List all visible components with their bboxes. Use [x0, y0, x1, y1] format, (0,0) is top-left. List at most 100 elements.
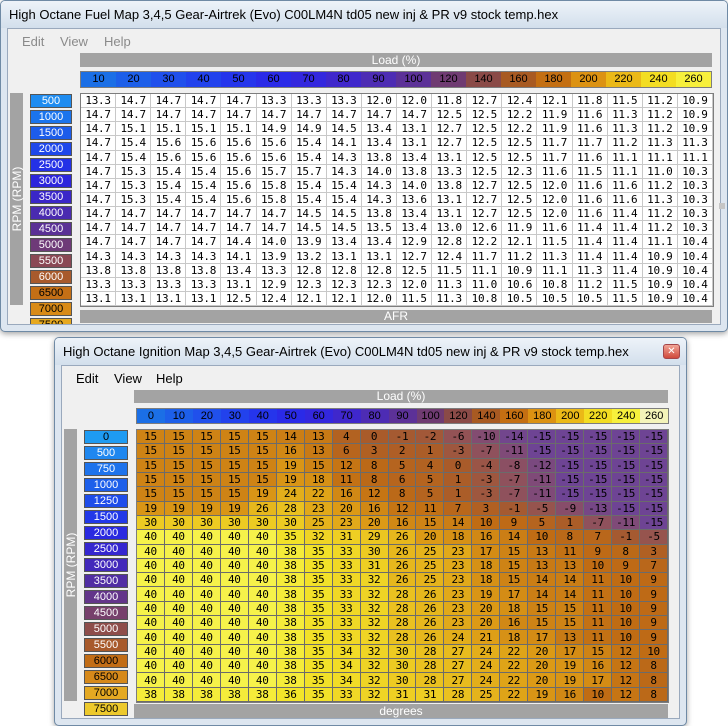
- fuel-cell[interactable]: 14.5: [326, 221, 362, 236]
- ignition-cell[interactable]: 34: [332, 659, 361, 674]
- ignition-cell[interactable]: 26: [416, 587, 445, 602]
- fuel-cell[interactable]: 15.8: [256, 192, 292, 208]
- ignition-cell[interactable]: 32: [360, 630, 389, 645]
- ignition-cell[interactable]: 15: [556, 616, 585, 631]
- ignition-cell[interactable]: 40: [248, 587, 277, 602]
- fuel-cell[interactable]: 15.7: [291, 164, 327, 179]
- fuel-cell[interactable]: 10.5: [537, 291, 573, 306]
- fuel-cell[interactable]: 14.3: [81, 249, 117, 264]
- ignition-cell[interactable]: 40: [137, 530, 165, 545]
- ignition-cell[interactable]: 38: [220, 687, 249, 702]
- ignition-cell[interactable]: 12: [388, 501, 417, 516]
- fuel-cell[interactable]: 15.4: [291, 136, 327, 151]
- ignition-cell[interactable]: -1: [612, 530, 641, 545]
- ignition-cell[interactable]: 40: [164, 630, 193, 645]
- ignition-cell[interactable]: 13: [556, 630, 585, 645]
- ignition-cell[interactable]: 33: [332, 558, 361, 574]
- fuel-cell[interactable]: 11.6: [572, 150, 608, 165]
- fuel-cell[interactable]: 13.1: [396, 122, 433, 137]
- fuel-cell[interactable]: 14.7: [81, 178, 117, 193]
- ignition-cell[interactable]: 26: [388, 530, 417, 545]
- ignition-cell[interactable]: 33: [332, 587, 361, 602]
- fuel-cell[interactable]: 11.4: [607, 207, 643, 222]
- fuel-cell[interactable]: 11.4: [607, 221, 643, 236]
- ignition-cell[interactable]: 8: [640, 687, 668, 702]
- ignition-cell[interactable]: 30: [276, 515, 305, 531]
- ignition-cell[interactable]: -15: [612, 430, 641, 445]
- ignition-cell[interactable]: 10: [612, 587, 641, 602]
- ignition-cell[interactable]: 40: [137, 558, 165, 574]
- ignition-cell[interactable]: 28: [388, 587, 417, 602]
- fuel-cell[interactable]: 11.3: [607, 108, 643, 123]
- ignition-cell[interactable]: -15: [556, 487, 585, 502]
- fuel-cell[interactable]: 15.1: [151, 122, 187, 137]
- ignition-cell[interactable]: 30: [248, 515, 277, 531]
- fuel-cell[interactable]: 10.9: [642, 277, 678, 292]
- fuel-cell[interactable]: 13.6: [396, 192, 433, 208]
- fuel-cell[interactable]: 12.0: [396, 94, 433, 109]
- fuel-cell[interactable]: 15.6: [221, 178, 257, 193]
- fuel-cell[interactable]: 14.7: [116, 94, 152, 109]
- fuel-cell[interactable]: 13.1: [432, 207, 468, 222]
- ignition-cell[interactable]: 40: [192, 530, 221, 545]
- ignition-cell[interactable]: 15: [584, 644, 613, 660]
- ignition-cell[interactable]: 15: [248, 444, 277, 459]
- ignition-cell[interactable]: 10: [612, 616, 641, 631]
- fuel-cell[interactable]: 11.1: [537, 263, 573, 278]
- fuel-cell[interactable]: 12.7: [467, 178, 503, 193]
- ignition-cell[interactable]: -4: [472, 458, 501, 473]
- fuel-cell[interactable]: 10.4: [677, 235, 713, 250]
- fuel-cell[interactable]: 13.9: [256, 249, 292, 264]
- ignition-cell[interactable]: 23: [444, 544, 473, 559]
- ignition-cell[interactable]: 26: [388, 573, 417, 588]
- ignition-cell[interactable]: 12: [612, 673, 641, 688]
- ignition-cell[interactable]: 38: [137, 687, 165, 702]
- ignition-cell[interactable]: 13: [556, 558, 585, 574]
- fuel-cell[interactable]: 13.3: [256, 263, 292, 278]
- ignition-cell[interactable]: 23: [444, 616, 473, 631]
- ignition-cell[interactable]: 25: [416, 573, 445, 588]
- fuel-cell[interactable]: 11.9: [537, 122, 573, 137]
- ignition-cell[interactable]: 18: [472, 558, 501, 574]
- fuel-cell[interactable]: 14.7: [116, 108, 152, 123]
- fuel-cell[interactable]: 10.3: [677, 192, 713, 208]
- ignition-cell[interactable]: 29: [360, 530, 389, 545]
- fuel-cell[interactable]: 12.3: [291, 277, 327, 292]
- fuel-cell[interactable]: 14.7: [256, 108, 292, 123]
- fuel-cell[interactable]: 10.9: [502, 263, 538, 278]
- ignition-cell[interactable]: 9: [640, 616, 668, 631]
- ignition-cell[interactable]: 9: [640, 587, 668, 602]
- ignition-cell[interactable]: 40: [192, 630, 221, 645]
- fuel-cell[interactable]: 14.7: [361, 108, 397, 123]
- fuel-cell[interactable]: 14.7: [116, 221, 152, 236]
- ignition-cell[interactable]: 40: [248, 601, 277, 617]
- fuel-cell[interactable]: 12.5: [467, 150, 503, 165]
- fuel-cell[interactable]: 14.3: [116, 249, 152, 264]
- fuel-cell[interactable]: 11.8: [572, 94, 608, 109]
- ignition-cell[interactable]: 17: [500, 587, 529, 602]
- ignition-cell[interactable]: 38: [192, 687, 221, 702]
- ignition-cell[interactable]: 15: [248, 458, 277, 473]
- ignition-cell[interactable]: 1: [556, 515, 585, 531]
- ignition-cell[interactable]: 4: [332, 430, 361, 445]
- fuel-cell[interactable]: 15.6: [221, 192, 257, 208]
- ignition-titlebar[interactable]: High Octane Ignition Map 3,4,5 Gear-Airt…: [55, 338, 686, 365]
- fuel-cell[interactable]: 11.3: [642, 136, 678, 151]
- ignition-cell[interactable]: 24: [472, 659, 501, 674]
- fuel-cell[interactable]: 14.7: [221, 207, 257, 222]
- ignition-cell[interactable]: -15: [584, 472, 613, 488]
- ignition-cell[interactable]: 18: [444, 530, 473, 545]
- ignition-cell[interactable]: 15: [164, 458, 193, 473]
- ignition-cell[interactable]: 38: [276, 558, 305, 574]
- ignition-cell[interactable]: 6: [332, 444, 361, 459]
- ignition-cell[interactable]: 19: [137, 501, 165, 516]
- ignition-cell[interactable]: 14: [276, 430, 305, 445]
- fuel-cell[interactable]: 14.9: [291, 122, 327, 137]
- ignition-cell[interactable]: 40: [137, 630, 165, 645]
- ignition-cell[interactable]: 15: [220, 472, 249, 488]
- ignition-cell[interactable]: 16: [500, 616, 529, 631]
- ignition-cell[interactable]: 40: [220, 659, 249, 674]
- fuel-cell[interactable]: 14.7: [151, 108, 187, 123]
- fuel-cell[interactable]: 11.3: [677, 136, 713, 151]
- ignition-cell[interactable]: 23: [444, 601, 473, 617]
